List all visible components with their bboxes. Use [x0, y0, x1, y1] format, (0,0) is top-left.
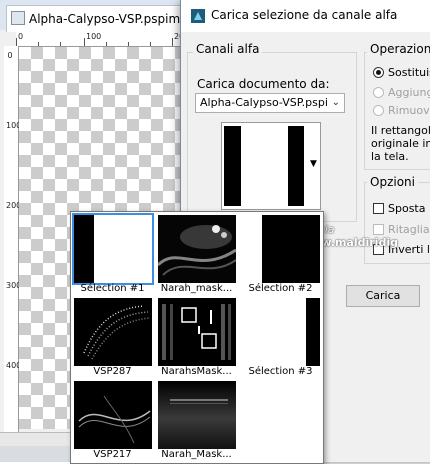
radio-add[interactable]: Aggiungi — [373, 86, 430, 99]
ruler-label: 200 — [6, 201, 22, 210]
document-select-value: Alpha-Calypso-VSP.pspir — [200, 96, 328, 109]
vertical-ruler: 0 100 200 300 400 — [4, 46, 22, 436]
document-tab-title: Alpha-Calypso-VSP.pspimage — [29, 12, 203, 26]
radio-remove[interactable]: Rimuovi — [373, 104, 430, 117]
channel-caption: VSP287 — [93, 366, 132, 377]
load-from-label: Carica documento da: — [197, 77, 330, 91]
channel-dropdown-popup: Sélection #1 Narah_mask... Sélection #2 — [70, 211, 324, 464]
channel-thumbnail — [224, 126, 304, 206]
dialog-title: Carica selezione da canale alfa — [211, 8, 398, 22]
operation-title: Operazione — [367, 42, 430, 56]
radio-button[interactable] — [373, 105, 384, 116]
channel-thumbnail — [72, 213, 154, 285]
channel-item-narah-mask-1[interactable]: Narah_mask... — [155, 212, 238, 295]
radio-label: Rimuovi — [388, 104, 430, 117]
channel-item-selection-3[interactable]: Sélection #3 — [239, 295, 322, 378]
options-title: Opzioni — [367, 175, 418, 189]
dialog-titlebar: Carica selezione da canale alfa — [181, 0, 430, 32]
channel-caption: Narah_mask... — [160, 283, 233, 294]
channel-item-selection-1[interactable]: Sélection #1 — [71, 212, 154, 295]
checkbox-move-into[interactable]: Sposta in — [373, 202, 430, 215]
radio-label: Sostituisci — [388, 66, 430, 79]
operation-info-text: Il rettangolo originale in la tela. — [371, 124, 430, 163]
ruler-label: 0 — [7, 51, 13, 60]
channel-caption: Sélection #2 — [248, 283, 313, 294]
dropdown-arrow-icon: ▼ — [310, 159, 317, 169]
channel-thumbnail — [242, 298, 320, 366]
channel-caption: Sélection #1 — [80, 283, 145, 294]
channel-picker[interactable]: ▼ — [221, 122, 321, 210]
channel-item-narahs-mask[interactable]: NarahsMask... — [155, 295, 238, 378]
alpha-channels-title: Canali alfa — [193, 42, 263, 56]
document-tab[interactable]: Alpha-Calypso-VSP.pspimage — [6, 5, 203, 32]
checkbox[interactable] — [373, 203, 384, 214]
radio-button[interactable] — [373, 87, 384, 98]
load-button[interactable]: Carica — [346, 285, 420, 307]
channel-thumbnail — [158, 381, 236, 449]
channel-item-vsp287[interactable]: VSP287 — [71, 295, 154, 378]
ruler-label: 100 — [6, 121, 22, 130]
channel-caption: Sélection #3 — [248, 366, 313, 377]
checkbox-label: Sposta in — [388, 202, 430, 215]
channel-thumbnail — [74, 298, 152, 366]
channel-item-selection-2[interactable]: Sélection #2 — [239, 212, 322, 295]
ruler-label: 100 — [86, 32, 102, 41]
ruler-label: 300 — [6, 281, 22, 290]
document-select[interactable]: Alpha-Calypso-VSP.pspir ⌄ — [195, 93, 345, 113]
channel-thumbnail — [158, 215, 236, 283]
chevron-down-icon: ⌄ — [331, 97, 340, 108]
channel-item-narah-mask-2[interactable]: Narah_Mask... — [155, 378, 238, 461]
channel-caption: Narah_Mask... — [161, 449, 232, 460]
channel-thumbnail — [74, 381, 152, 449]
document-icon — [11, 11, 25, 25]
app-icon — [191, 9, 205, 23]
channel-thumbnail — [158, 298, 236, 366]
channel-caption: NarahsMask... — [161, 366, 232, 377]
ruler-label: 0 — [18, 32, 24, 41]
channel-caption: VSP217 — [93, 449, 132, 460]
channel-thumbnail — [242, 215, 320, 283]
radio-button[interactable] — [373, 67, 384, 78]
ruler-label: 400 — [6, 361, 22, 370]
channel-item-vsp217[interactable]: VSP217 — [71, 378, 154, 461]
radio-label: Aggiungi — [388, 86, 430, 99]
radio-replace[interactable]: Sostituisci — [373, 66, 430, 79]
